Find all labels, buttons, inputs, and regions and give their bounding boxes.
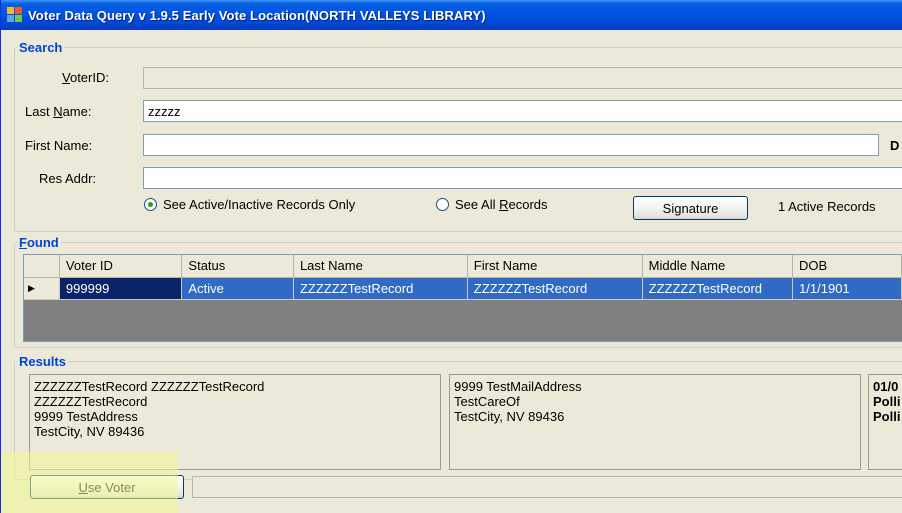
app-icon bbox=[7, 7, 23, 23]
column-header-middle-name[interactable]: Middle Name bbox=[642, 255, 794, 278]
firstname-label: First Name: bbox=[25, 138, 93, 153]
lastname-label: Last Name: bbox=[25, 104, 92, 119]
column-header-first-name[interactable]: First Name bbox=[467, 255, 643, 278]
results-name-address-box: ZZZZZZTestRecord ZZZZZZTestRecord ZZZZZZ… bbox=[29, 374, 441, 470]
cell-last-name[interactable]: ZZZZZZTestRecord bbox=[293, 277, 468, 300]
voter-query-window: Voter Data Query v 1.9.5 Early Vote Loca… bbox=[0, 0, 902, 513]
window-title: Voter Data Query v 1.9.5 Early Vote Loca… bbox=[28, 7, 486, 23]
result-line: Polli bbox=[873, 394, 901, 409]
firstname-input[interactable] bbox=[143, 134, 879, 156]
results-mail-address-box: 9999 TestMailAddress TestCareOf TestCity… bbox=[449, 374, 861, 470]
record-count: 1 Active Records bbox=[778, 199, 876, 214]
column-header-last-name[interactable]: Last Name bbox=[293, 255, 468, 278]
result-line: TestCity, NV 89436 bbox=[34, 424, 145, 439]
result-line: TestCity, NV 89436 bbox=[454, 409, 565, 424]
cell-status[interactable]: Active bbox=[181, 277, 294, 300]
result-line: 01/0 bbox=[873, 379, 899, 394]
result-line: 9999 TestMailAddress bbox=[454, 379, 582, 394]
results-polling-box: 01/0 Polli Polli bbox=[868, 374, 902, 470]
column-header-status[interactable]: Status bbox=[181, 255, 294, 278]
found-grid[interactable]: Voter ID Status Last Name First Name Mid… bbox=[23, 254, 902, 342]
signature-button[interactable]: Signature bbox=[633, 196, 748, 220]
grid-header-row: Voter ID Status Last Name First Name Mid… bbox=[24, 255, 902, 278]
table-row[interactable]: ▶ 999999 Active ZZZZZZTestRecord ZZZZZZT… bbox=[24, 277, 902, 300]
radio-unselected-icon bbox=[436, 198, 449, 211]
grid-corner bbox=[24, 255, 60, 278]
resaddr-input[interactable] bbox=[143, 167, 902, 189]
found-legend: Found bbox=[19, 235, 59, 250]
column-header-voter-id[interactable]: Voter ID bbox=[59, 255, 183, 278]
cell-middle-name[interactable]: ZZZZZZTestRecord bbox=[642, 277, 794, 300]
row-pointer-icon[interactable]: ▶ bbox=[24, 277, 60, 300]
result-line: ZZZZZZTestRecord bbox=[34, 394, 148, 409]
title-bar[interactable]: Voter Data Query v 1.9.5 Early Vote Loca… bbox=[1, 0, 902, 30]
radio-all-label: See All Records bbox=[455, 197, 548, 212]
result-line: ZZZZZZTestRecord ZZZZZZTestRecord bbox=[34, 379, 265, 394]
radio-active-inactive[interactable]: See Active/Inactive Records Only bbox=[144, 197, 355, 212]
radio-active-label: See Active/Inactive Records Only bbox=[163, 197, 356, 212]
radio-all-records[interactable]: See All Records bbox=[436, 197, 548, 212]
dob-label: D bbox=[890, 138, 900, 153]
resaddr-label: Res Addr: bbox=[39, 171, 97, 186]
lastname-input[interactable] bbox=[143, 100, 902, 122]
use-voter-button[interactable]: Use Voter bbox=[30, 475, 184, 499]
voterid-label: VoterID: bbox=[62, 70, 109, 85]
result-line: Polli bbox=[873, 409, 901, 424]
results-legend: Results bbox=[19, 354, 66, 369]
cell-dob[interactable]: 1/1/1901 bbox=[792, 277, 902, 300]
radio-selected-icon bbox=[144, 198, 157, 211]
column-header-dob[interactable]: DOB bbox=[792, 255, 902, 278]
search-legend: Search bbox=[19, 40, 63, 55]
result-line: 9999 TestAddress bbox=[34, 409, 138, 424]
result-line: TestCareOf bbox=[454, 394, 520, 409]
cell-voter-id[interactable]: 999999 bbox=[59, 277, 183, 300]
voterid-input[interactable] bbox=[143, 67, 902, 89]
status-field bbox=[192, 476, 902, 498]
cell-first-name[interactable]: ZZZZZZTestRecord bbox=[467, 277, 643, 300]
